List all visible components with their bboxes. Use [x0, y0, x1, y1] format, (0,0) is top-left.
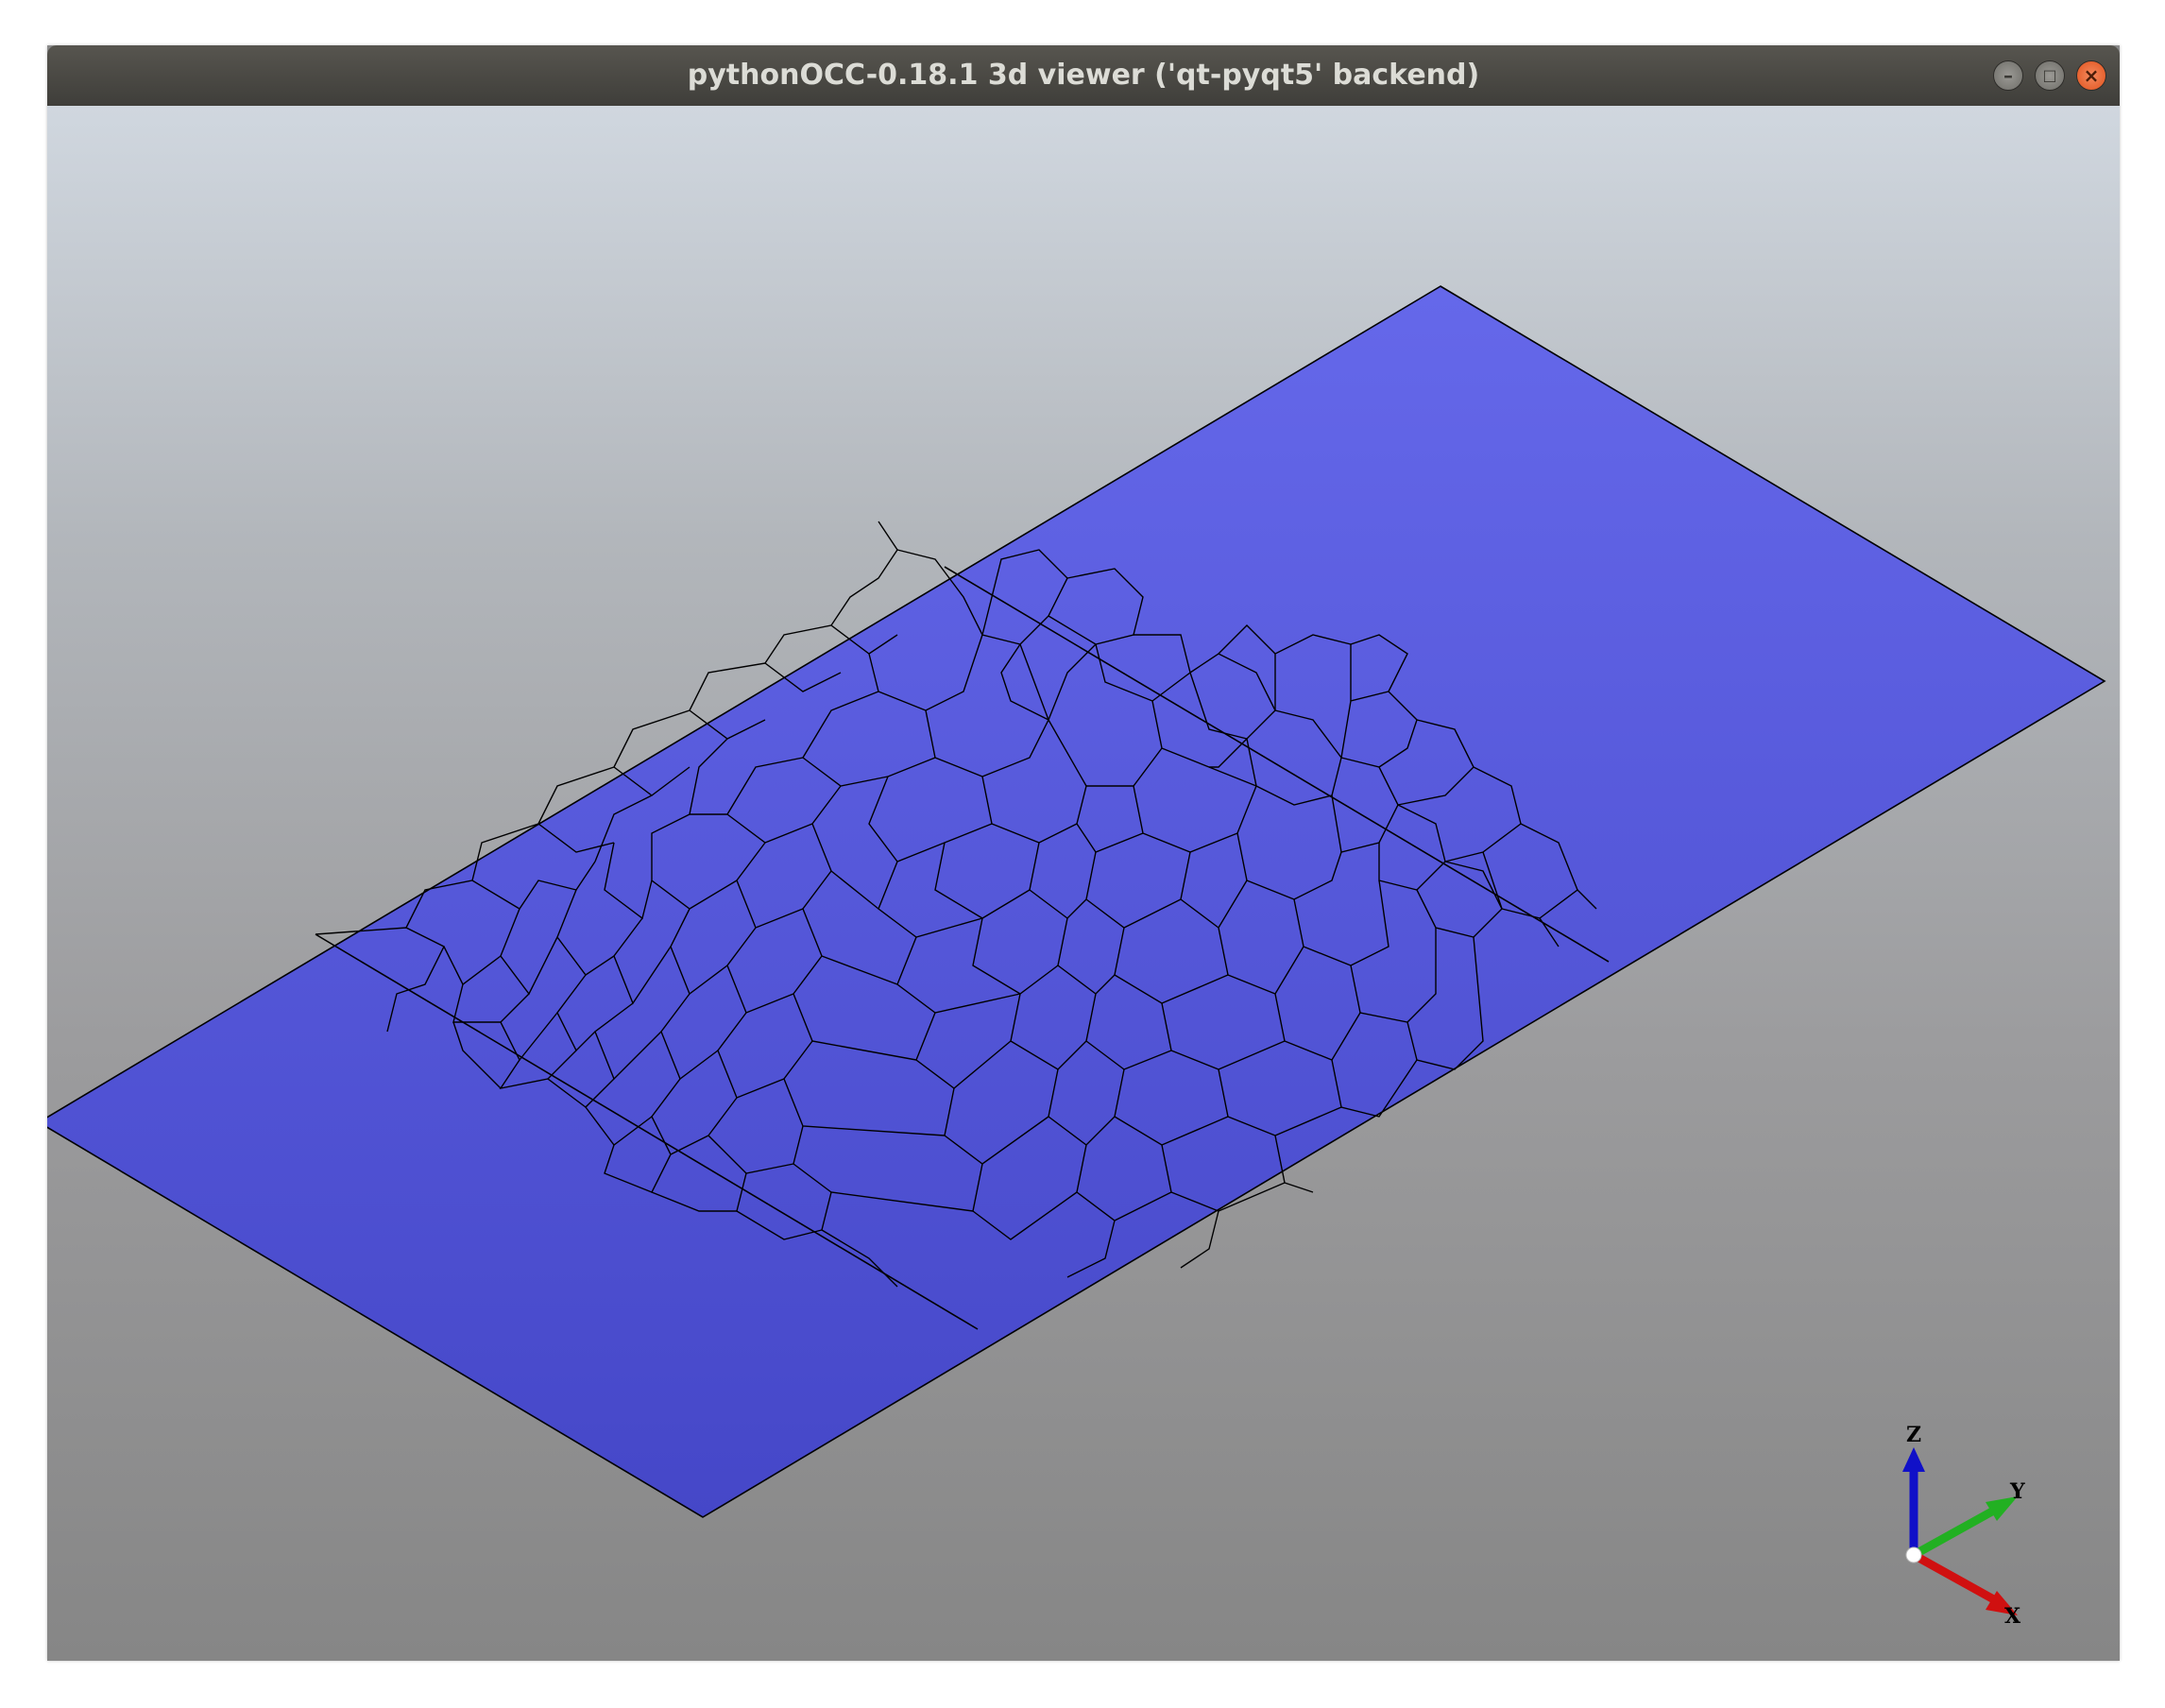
x-axis — [1911, 1551, 2002, 1606]
z-axis-label: Z — [1906, 1423, 1921, 1447]
3d-viewport[interactable]: Z Y X — [47, 106, 2120, 1661]
plate-surface[interactable] — [47, 285, 2106, 1518]
minimize-button[interactable]: – — [1993, 60, 2023, 91]
axis-triedron: Z Y X — [1902, 1423, 2025, 1629]
y-axis — [1911, 1504, 2002, 1559]
origin-dot — [1905, 1546, 1922, 1563]
title-bar[interactable]: pythonOCC-0.18.1 3d viewer ('qt-pyqt5' b… — [47, 45, 2120, 106]
scene-svg: Z Y X — [47, 285, 2106, 1629]
close-button[interactable]: × — [2076, 60, 2106, 91]
window-title: pythonOCC-0.18.1 3d viewer ('qt-pyqt5' b… — [687, 59, 1480, 92]
z-axis-arrow — [1902, 1447, 1925, 1472]
x-axis-label: X — [2004, 1604, 2021, 1629]
maximize-button[interactable]: □ — [2035, 60, 2065, 91]
y-axis-label: Y — [2009, 1479, 2025, 1504]
viewer-window: pythonOCC-0.18.1 3d viewer ('qt-pyqt5' b… — [47, 45, 2120, 1661]
